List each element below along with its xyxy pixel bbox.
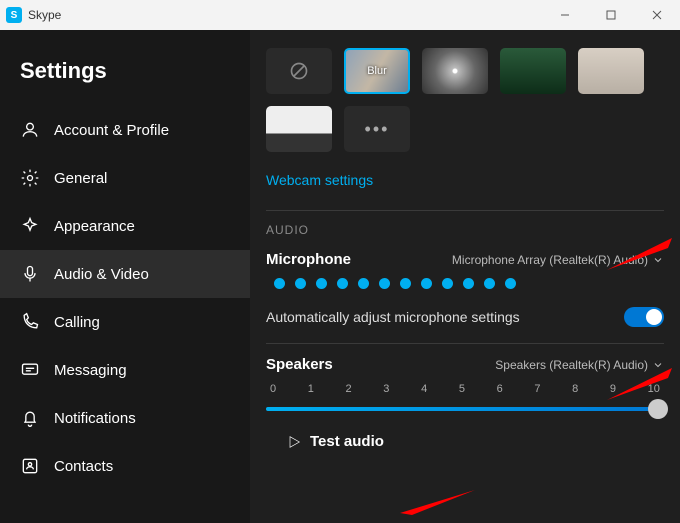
skype-icon: S	[6, 7, 22, 23]
sidebar-item-audio-video[interactable]: Audio & Video	[0, 250, 250, 298]
auto-adjust-toggle[interactable]	[624, 307, 664, 327]
settings-content: Blur ••• Webcam settings AUDIO Microphon…	[250, 30, 680, 523]
background-more-tile[interactable]: •••	[344, 106, 410, 152]
sidebar-item-label: Contacts	[54, 458, 113, 475]
chevron-down-icon	[652, 254, 664, 266]
sidebar-item-appearance[interactable]: Appearance	[0, 202, 250, 250]
sidebar-item-label: Notifications	[54, 410, 136, 427]
sidebar-item-label: Audio & Video	[54, 266, 149, 283]
speaker-volume-slider[interactable]: 012345678910	[266, 383, 664, 419]
window-close-button[interactable]	[634, 0, 680, 30]
blur-label: Blur	[367, 65, 387, 77]
sidebar-item-label: Appearance	[54, 218, 135, 235]
sidebar-item-messaging[interactable]: Messaging	[0, 346, 250, 394]
background-none-tile[interactable]	[266, 48, 332, 94]
sidebar-item-label: General	[54, 170, 107, 187]
sidebar-item-label: Calling	[54, 314, 100, 331]
sidebar-item-label: Messaging	[54, 362, 127, 379]
background-preset-tile[interactable]	[422, 48, 488, 94]
sidebar-item-general[interactable]: General	[0, 154, 250, 202]
sidebar-item-calling[interactable]: Calling	[0, 298, 250, 346]
microphone-device-dropdown[interactable]: Microphone Array (Realtek(R) Audio)	[452, 253, 664, 267]
contacts-icon	[20, 456, 40, 476]
speakers-device-dropdown[interactable]: Speakers (Realtek(R) Audio)	[495, 358, 664, 372]
divider	[266, 343, 664, 344]
slider-thumb[interactable]	[648, 399, 668, 419]
sidebar-item-label: Account & Profile	[54, 122, 169, 139]
microphone-label: Microphone	[266, 251, 351, 268]
test-audio-label: Test audio	[310, 433, 384, 450]
person-icon	[20, 120, 40, 140]
window-maximize-button[interactable]	[588, 0, 634, 30]
test-audio-button[interactable]: Test audio	[286, 433, 664, 450]
phone-icon	[20, 312, 40, 332]
chevron-down-icon	[652, 359, 664, 371]
sidebar-item-account[interactable]: Account & Profile	[0, 106, 250, 154]
audio-section-label: AUDIO	[266, 223, 664, 237]
bell-icon	[20, 408, 40, 428]
window-titlebar: S Skype	[0, 0, 680, 30]
auto-adjust-label: Automatically adjust microphone settings	[266, 309, 520, 325]
microphone-device-value: Microphone Array (Realtek(R) Audio)	[452, 253, 648, 267]
microphone-icon	[20, 264, 40, 284]
background-effects-row: Blur •••	[266, 48, 664, 152]
window-minimize-button[interactable]	[542, 0, 588, 30]
speakers-label: Speakers	[266, 356, 333, 373]
background-preset-tile[interactable]	[266, 106, 332, 152]
slider-ticks: 012345678910	[266, 383, 664, 395]
settings-sidebar: Settings Account & Profile General Appea…	[0, 30, 250, 523]
background-blur-tile[interactable]: Blur	[344, 48, 410, 94]
window-title: Skype	[28, 8, 61, 22]
gear-icon	[20, 168, 40, 188]
background-preset-tile[interactable]	[578, 48, 644, 94]
speakers-device-value: Speakers (Realtek(R) Audio)	[495, 358, 648, 372]
sparkle-icon	[20, 216, 40, 236]
message-icon	[20, 360, 40, 380]
annotation-arrow	[390, 485, 480, 523]
settings-heading: Settings	[0, 48, 250, 106]
sidebar-item-contacts[interactable]: Contacts	[0, 442, 250, 490]
microphone-level-meter	[274, 278, 664, 289]
webcam-settings-link[interactable]: Webcam settings	[266, 172, 373, 188]
sidebar-item-notifications[interactable]: Notifications	[0, 394, 250, 442]
divider	[266, 210, 664, 211]
slider-track	[266, 407, 664, 411]
play-icon	[286, 434, 302, 450]
background-preset-tile[interactable]	[500, 48, 566, 94]
